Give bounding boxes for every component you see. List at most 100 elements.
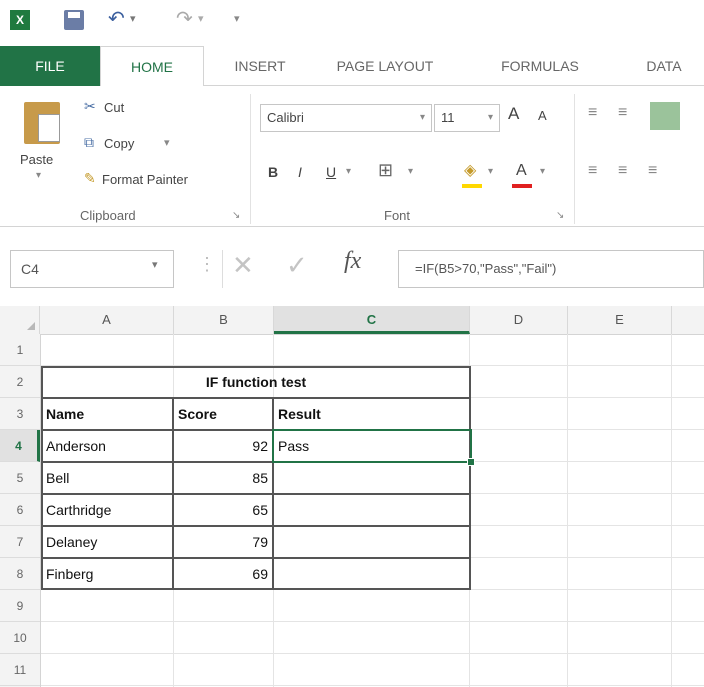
clipboard-launcher-icon[interactable]: ↘ bbox=[232, 210, 240, 221]
gridline bbox=[671, 334, 672, 687]
worksheet-grid[interactable]: IF function test Name Score Result Ander… bbox=[41, 334, 704, 687]
table-title[interactable]: IF function test bbox=[41, 366, 471, 398]
align-middle-icon[interactable]: ≡ bbox=[618, 104, 627, 122]
cell-score[interactable]: 69 bbox=[173, 558, 273, 590]
tab-file[interactable]: FILE bbox=[0, 46, 100, 86]
cut-button[interactable]: Cut bbox=[104, 100, 124, 115]
cell-result[interactable] bbox=[273, 558, 469, 590]
bold-button[interactable]: B bbox=[268, 164, 278, 180]
row-header-8[interactable]: 8 bbox=[0, 558, 40, 590]
cell-result[interactable] bbox=[273, 462, 469, 494]
redo-icon[interactable]: ↷ bbox=[176, 6, 193, 31]
cancel-icon[interactable]: ✕ bbox=[232, 250, 254, 281]
insert-function-icon[interactable]: fx bbox=[344, 248, 361, 275]
borders-dropdown-icon[interactable]: ▾ bbox=[408, 166, 413, 177]
tab-home[interactable]: HOME bbox=[100, 46, 204, 86]
borders-icon[interactable]: ⊞ bbox=[378, 160, 393, 181]
underline-dropdown-icon[interactable]: ▾ bbox=[346, 166, 351, 177]
align-bottom-icon[interactable] bbox=[650, 102, 680, 130]
row-header-5[interactable]: 5 bbox=[0, 462, 40, 494]
row-header-9[interactable]: 9 bbox=[0, 590, 40, 622]
row-header-1[interactable]: 1 bbox=[0, 334, 40, 366]
row-headers: 1 2 3 4 5 6 7 8 9 10 11 bbox=[0, 334, 41, 687]
gridline bbox=[41, 653, 704, 654]
cell-name[interactable]: Bell bbox=[41, 462, 173, 494]
format-painter-icon: ✎ bbox=[84, 170, 96, 186]
row-header-11[interactable]: 11 bbox=[0, 654, 40, 686]
formula-input[interactable]: =IF(B5>70,"Pass","Fail") bbox=[398, 250, 704, 288]
name-box[interactable]: C4 bbox=[10, 250, 174, 288]
row-header-6[interactable]: 6 bbox=[0, 494, 40, 526]
active-cell-selection[interactable] bbox=[272, 429, 472, 463]
paste-icon[interactable] bbox=[24, 102, 60, 144]
excel-logo-icon: X bbox=[10, 10, 30, 30]
cell-name[interactable]: Delaney bbox=[41, 526, 173, 558]
cell-result[interactable] bbox=[273, 526, 469, 558]
copy-dropdown-icon[interactable]: ▾ bbox=[164, 136, 170, 149]
fill-color-icon[interactable]: ◈ bbox=[464, 160, 476, 180]
grow-font-button[interactable]: A bbox=[508, 104, 519, 124]
cell-score[interactable]: 92 bbox=[173, 430, 273, 462]
align-right-icon[interactable]: ≡ bbox=[648, 162, 657, 180]
font-color-bar bbox=[512, 184, 532, 188]
shrink-font-button[interactable]: A bbox=[538, 108, 547, 123]
tab-data[interactable]: DATA bbox=[624, 46, 704, 86]
fill-color-bar bbox=[462, 184, 482, 188]
column-header-d[interactable]: D bbox=[470, 306, 568, 334]
paste-dropdown-icon[interactable]: ▾ bbox=[36, 170, 41, 181]
cell-score[interactable]: 85 bbox=[173, 462, 273, 494]
cell-score[interactable]: 79 bbox=[173, 526, 273, 558]
column-header-c[interactable]: C bbox=[274, 306, 470, 334]
save-icon[interactable] bbox=[64, 10, 84, 30]
ribbon-home: Paste ▾ ✂ Cut ⧉ Copy ▾ ✎ Format Painter … bbox=[0, 86, 704, 227]
align-center-icon[interactable]: ≡ bbox=[618, 162, 627, 180]
font-size-select[interactable]: 11 ▾ bbox=[434, 104, 500, 132]
align-top-icon[interactable]: ≡ bbox=[588, 104, 597, 122]
column-headers: A B C D E bbox=[0, 306, 704, 335]
font-launcher-icon[interactable]: ↘ bbox=[556, 210, 564, 221]
column-header-a[interactable]: A bbox=[40, 306, 174, 334]
select-all-corner[interactable] bbox=[0, 306, 40, 334]
name-box-dropdown-icon[interactable]: ▾ bbox=[152, 258, 158, 271]
tab-insert[interactable]: INSERT bbox=[210, 46, 310, 86]
cell-result[interactable] bbox=[273, 494, 469, 526]
fill-handle[interactable] bbox=[467, 458, 475, 466]
font-size-value: 11 bbox=[441, 110, 455, 125]
column-header-b[interactable]: B bbox=[174, 306, 274, 334]
quick-access-toolbar: X ↶ ▾ ↷ ▾ ▾ bbox=[0, 0, 704, 46]
font-color-dropdown-icon[interactable]: ▾ bbox=[540, 166, 545, 177]
header-score[interactable]: Score bbox=[173, 398, 273, 430]
header-name[interactable]: Name bbox=[41, 398, 173, 430]
cell-name[interactable]: Finberg bbox=[41, 558, 173, 590]
undo-dropdown-icon[interactable]: ▾ bbox=[130, 12, 136, 25]
column-header-e[interactable]: E bbox=[568, 306, 672, 334]
align-left-icon[interactable]: ≡ bbox=[588, 162, 597, 180]
row-header-2[interactable]: 2 bbox=[0, 366, 40, 398]
tab-formulas[interactable]: FORMULAS bbox=[480, 46, 600, 86]
row-header-10[interactable]: 10 bbox=[0, 622, 40, 654]
paste-button[interactable]: Paste bbox=[20, 152, 53, 167]
font-group-label: Font bbox=[384, 208, 411, 223]
row-header-3[interactable]: 3 bbox=[0, 398, 40, 430]
header-result[interactable]: Result bbox=[273, 398, 469, 430]
gridline bbox=[41, 685, 704, 686]
tab-page-layout[interactable]: PAGE LAYOUT bbox=[318, 46, 452, 86]
enter-icon[interactable]: ✓ bbox=[286, 250, 308, 281]
copy-button[interactable]: Copy bbox=[104, 136, 134, 151]
row-header-7[interactable]: 7 bbox=[0, 526, 40, 558]
customize-qat-icon[interactable]: ▾ bbox=[234, 12, 240, 25]
font-color-button[interactable]: A bbox=[516, 162, 527, 180]
row-header-4[interactable]: 4 bbox=[0, 430, 40, 462]
ribbon-tabs: FILE HOME INSERT PAGE LAYOUT FORMULAS DA… bbox=[0, 46, 704, 86]
cell-name[interactable]: Anderson bbox=[41, 430, 173, 462]
redo-dropdown-icon[interactable]: ▾ bbox=[198, 12, 204, 25]
format-painter-button[interactable]: Format Painter bbox=[102, 172, 188, 187]
undo-icon[interactable]: ↶ bbox=[108, 6, 125, 31]
italic-button[interactable]: I bbox=[298, 164, 302, 180]
font-family-select[interactable]: Calibri ▾ bbox=[260, 104, 432, 132]
cell-score[interactable]: 65 bbox=[173, 494, 273, 526]
clipboard-group-label: Clipboard bbox=[80, 208, 136, 223]
fill-color-dropdown-icon[interactable]: ▾ bbox=[488, 166, 493, 177]
underline-button[interactable]: U bbox=[326, 164, 336, 180]
cell-name[interactable]: Carthridge bbox=[41, 494, 173, 526]
